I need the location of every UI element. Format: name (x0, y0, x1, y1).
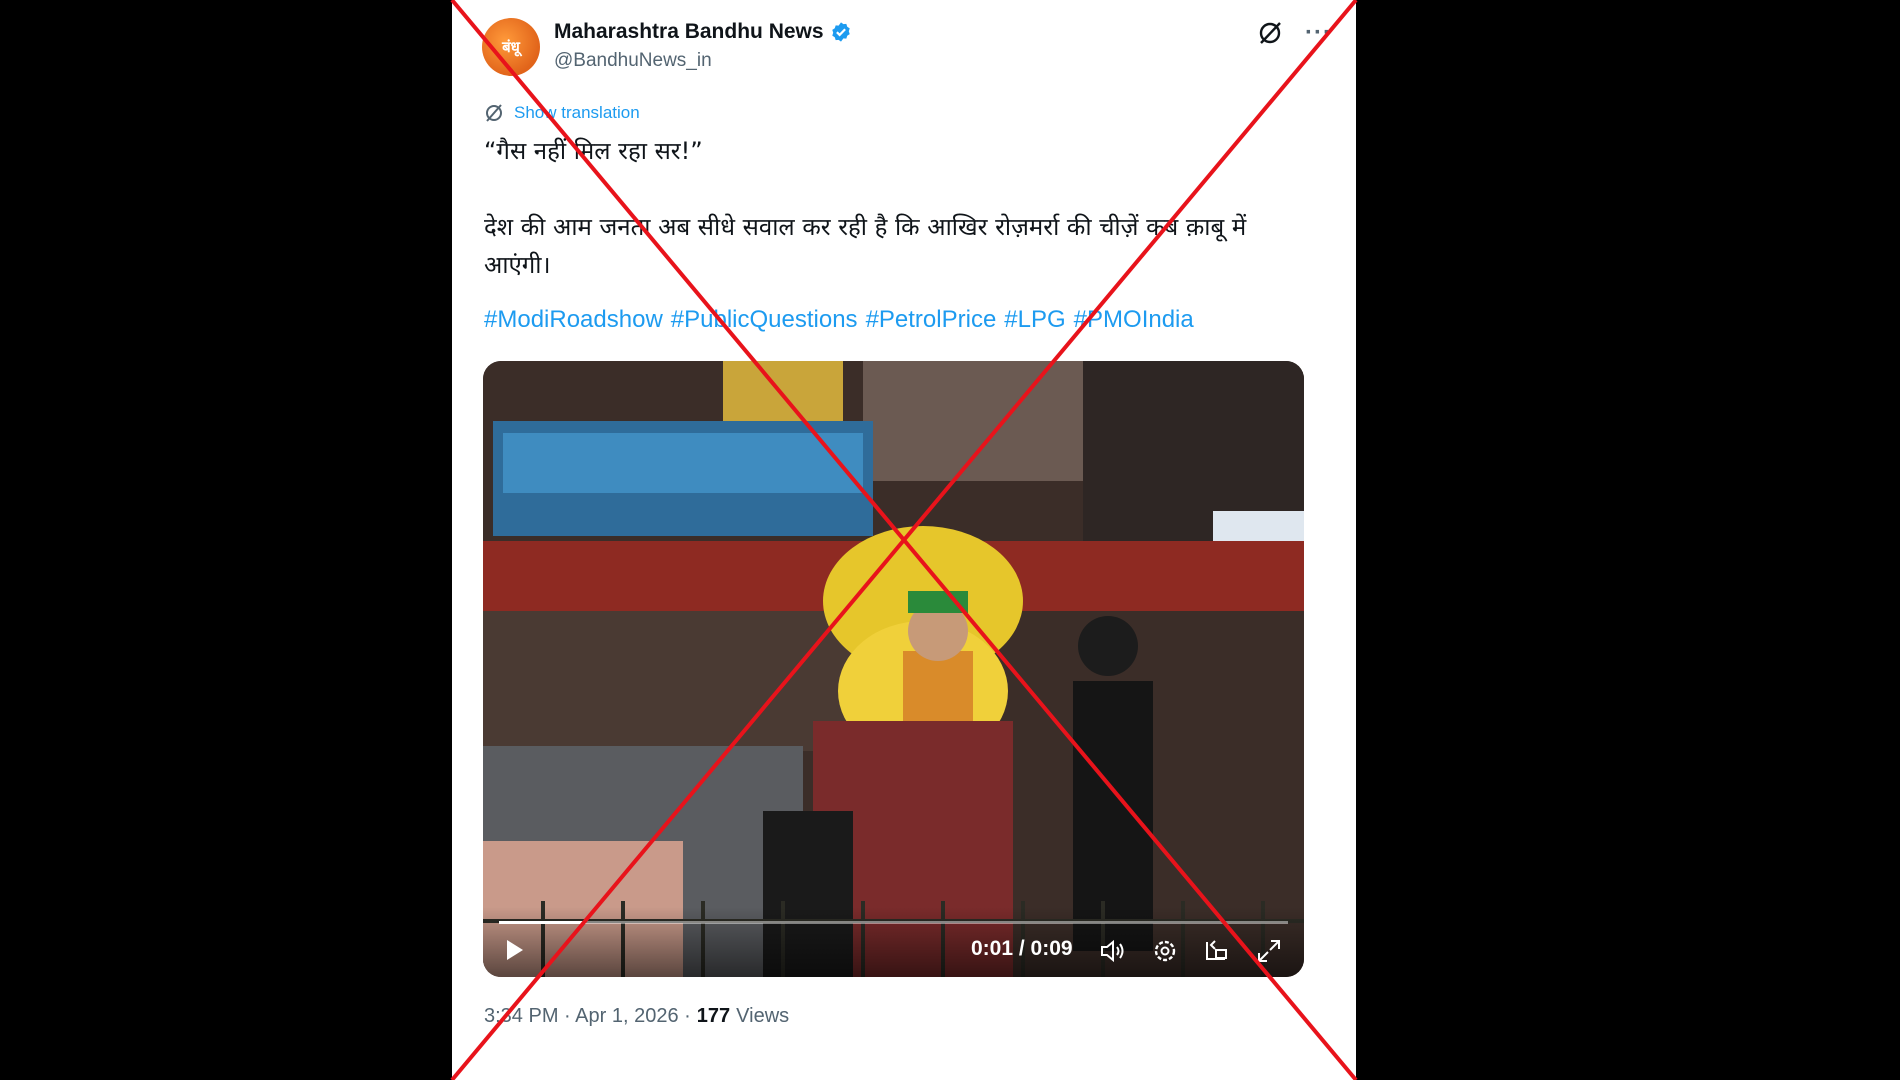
author-name-row: Maharashtra Bandhu News (554, 20, 852, 44)
video-frame (483, 361, 1304, 977)
fullscreen-icon[interactable] (1255, 937, 1283, 965)
tweet-meta: 3:34 PM · Apr 1, 2026 · 177 Views (484, 1005, 789, 1028)
volume-icon[interactable] (1099, 937, 1127, 965)
tweet-timestamp[interactable]: 3:34 PM · Apr 1, 2026 · (484, 1005, 691, 1028)
hashtag-list: #ModiRoadshow #PublicQuestions #PetrolPr… (484, 306, 1324, 334)
avatar-text: बंधू (502, 39, 520, 56)
show-translation-label: Show translation (514, 103, 640, 122)
hashtag-link[interactable]: #PetrolPrice (866, 306, 997, 334)
verified-badge-icon (831, 22, 850, 42)
video-timecode: 0:01 / 0:09 (971, 937, 1073, 960)
settings-icon[interactable] (1151, 937, 1179, 965)
pip-icon[interactable] (1203, 937, 1231, 965)
tweet-card: बंधू Maharashtra Bandhu News @BandhuNews… (452, 0, 1356, 1080)
author-display-name[interactable]: Maharashtra Bandhu News (554, 20, 824, 44)
hashtag-link[interactable]: #ModiRoadshow (484, 306, 663, 334)
more-icon[interactable]: ··· (1305, 21, 1332, 45)
views-count: 177 (696, 1005, 731, 1027)
tweet-text: “गैस नहीं मिल रहा सर!” देश की आम जनता अब… (484, 137, 1247, 279)
hashtag-link[interactable]: #LPG (1004, 306, 1065, 334)
grok-icon[interactable] (1257, 20, 1283, 46)
show-translation-link[interactable]: Show translation (484, 103, 640, 123)
grok-translate-icon (486, 104, 502, 122)
views-label: Views (736, 1005, 790, 1027)
play-icon[interactable] (501, 937, 527, 963)
video-controls: 0:01 / 0:09 (483, 907, 1304, 977)
author-handle[interactable]: @BandhuNews_in (554, 50, 712, 72)
video-progress-fill (499, 921, 586, 924)
header-actions: ··· (1257, 20, 1332, 46)
hashtag-link[interactable]: #PMOIndia (1074, 306, 1194, 334)
author-avatar[interactable]: बंधू (482, 18, 540, 76)
video-player[interactable]: 0:01 / 0:09 (483, 361, 1304, 977)
video-progress-bar[interactable] (499, 921, 1288, 924)
tweet-header: बंधू Maharashtra Bandhu News @BandhuNews… (482, 18, 1332, 78)
hashtag-link[interactable]: #PublicQuestions (671, 306, 858, 334)
